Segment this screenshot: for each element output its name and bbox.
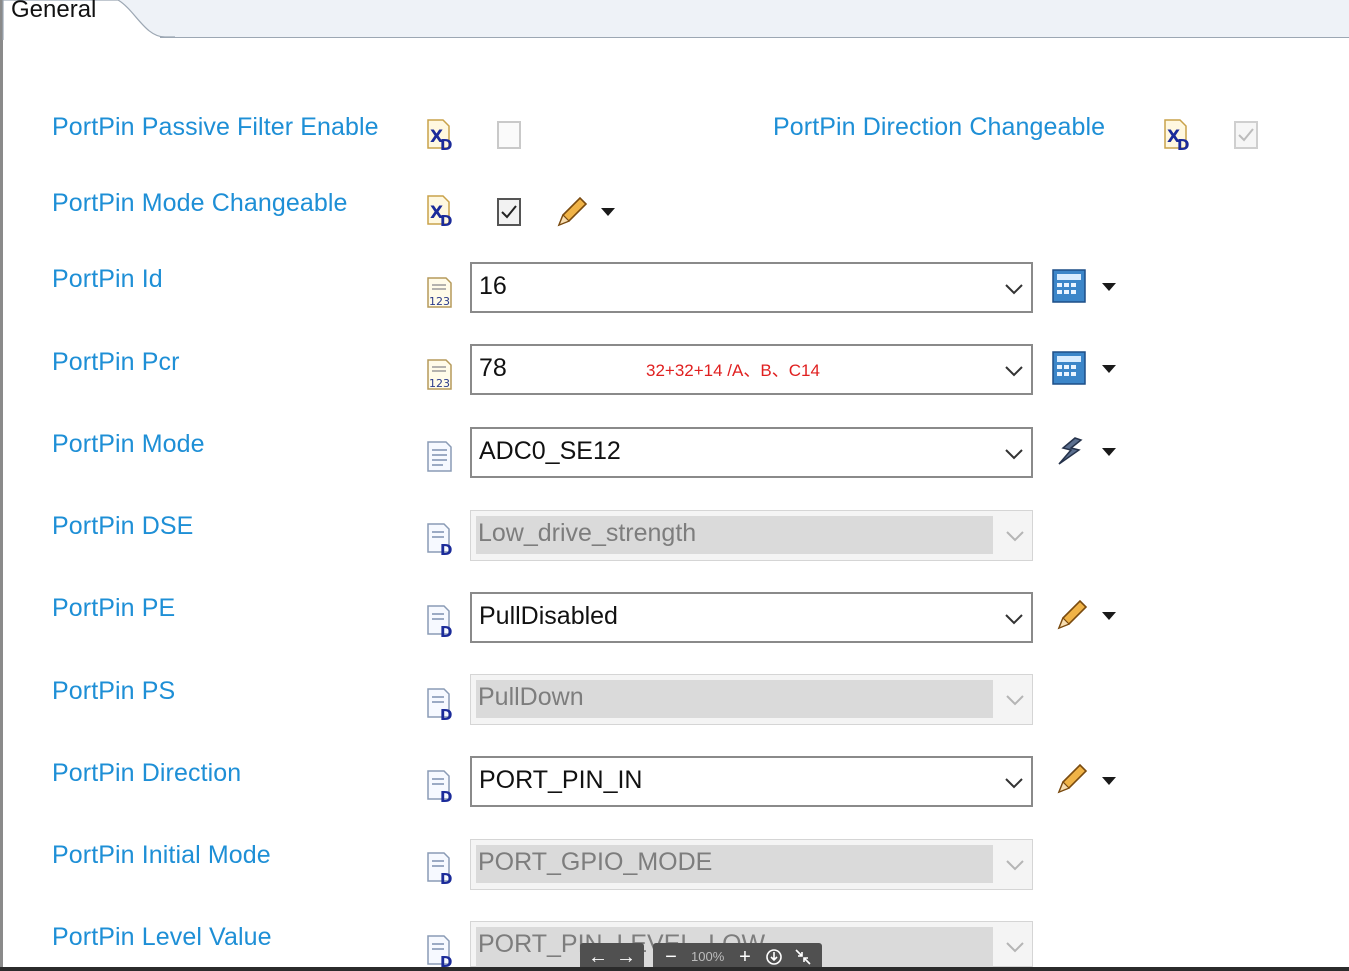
label-passive-filter-enable: PortPin Passive Filter Enable bbox=[52, 113, 379, 141]
label-mode: PortPin Mode bbox=[52, 430, 205, 458]
number-icon: 123 bbox=[427, 359, 452, 390]
chevron-down-icon[interactable] bbox=[1003, 444, 1025, 464]
label-level-value: PortPin Level Value bbox=[52, 923, 272, 951]
svg-text:D: D bbox=[1177, 136, 1189, 152]
id-menu-arrow[interactable] bbox=[1102, 283, 1116, 291]
mode-value: ADC0_SE12 bbox=[479, 437, 621, 465]
svg-text:123: 123 bbox=[429, 377, 450, 390]
xd-icon: X D bbox=[1164, 119, 1189, 152]
chevron-down-icon[interactable] bbox=[1003, 609, 1025, 629]
xd-icon: X D bbox=[427, 119, 452, 152]
svg-text:D: D bbox=[440, 212, 452, 228]
svg-text:D: D bbox=[440, 136, 452, 152]
pencil-icon[interactable] bbox=[553, 195, 589, 231]
tab-general-label: General bbox=[11, 0, 97, 23]
label-pe: PortPin PE bbox=[52, 594, 176, 622]
mode-changeable-checkbox[interactable] bbox=[497, 198, 521, 226]
xd-icon: X D bbox=[427, 195, 452, 228]
chevron-down-icon bbox=[1006, 531, 1024, 542]
ps-value: PullDown bbox=[478, 683, 584, 711]
zoom-level: 100% bbox=[691, 949, 725, 964]
svg-text:D: D bbox=[440, 623, 452, 638]
tab-strip: General bbox=[0, 0, 1349, 40]
link-icon[interactable] bbox=[1053, 434, 1089, 470]
svg-text:D: D bbox=[440, 541, 452, 556]
check-mark-icon bbox=[501, 205, 517, 219]
dse-combo[interactable]: Low_drive_strength bbox=[470, 510, 1033, 561]
svg-text:D: D bbox=[440, 706, 452, 721]
chevron-down-icon bbox=[1006, 942, 1024, 953]
label-id: PortPin Id bbox=[52, 265, 163, 293]
calculator-icon[interactable] bbox=[1051, 268, 1087, 304]
pencil-icon[interactable] bbox=[1053, 762, 1089, 798]
pe-value: PullDisabled bbox=[479, 602, 618, 630]
tab-divider bbox=[160, 37, 1349, 38]
mode-combo[interactable]: ADC0_SE12 bbox=[470, 427, 1033, 478]
svg-text:D: D bbox=[440, 870, 452, 885]
number-icon: 123 bbox=[427, 277, 452, 308]
label-initial-mode: PortPin Initial Mode bbox=[52, 841, 271, 869]
mode-menu-arrow[interactable] bbox=[1102, 448, 1116, 456]
chevron-down-icon[interactable] bbox=[1003, 361, 1025, 381]
zoom-out-icon[interactable]: − bbox=[659, 945, 683, 969]
fit-download-icon[interactable] bbox=[765, 948, 783, 966]
zoom-in-icon[interactable]: + bbox=[733, 945, 757, 969]
tab-bar-background bbox=[118, 0, 1349, 37]
label-direction: PortPin Direction bbox=[52, 759, 242, 787]
svg-text:D: D bbox=[440, 953, 452, 968]
id-value: 16 bbox=[479, 272, 507, 300]
window-left-border bbox=[0, 0, 3, 971]
forward-arrow-icon[interactable]: → bbox=[614, 945, 638, 969]
label-dse: PortPin DSE bbox=[52, 512, 194, 540]
id-combo[interactable]: 16 bbox=[470, 262, 1033, 313]
label-direction-changeable: PortPin Direction Changeable bbox=[773, 113, 1106, 141]
svg-text:123: 123 bbox=[429, 295, 450, 308]
passive-filter-enable-checkbox[interactable] bbox=[497, 121, 521, 149]
doc-d-icon: D bbox=[427, 852, 452, 885]
calculator-icon[interactable] bbox=[1051, 350, 1087, 386]
collapse-icon[interactable] bbox=[794, 948, 812, 966]
chevron-down-icon[interactable] bbox=[1003, 279, 1025, 299]
dse-value: Low_drive_strength bbox=[478, 519, 697, 547]
direction-changeable-checkbox[interactable] bbox=[1234, 121, 1258, 149]
doc-d-icon: D bbox=[427, 770, 452, 803]
pcr-annotation: 32+32+14 /A、B、C14 bbox=[646, 361, 820, 380]
back-arrow-icon[interactable]: ← bbox=[586, 945, 610, 969]
initial-mode-combo[interactable]: PORT_GPIO_MODE bbox=[470, 839, 1033, 890]
direction-value: PORT_PIN_IN bbox=[479, 766, 643, 794]
pe-menu-arrow[interactable] bbox=[1102, 612, 1116, 620]
pcr-menu-arrow[interactable] bbox=[1102, 365, 1116, 373]
text-doc-icon bbox=[427, 441, 452, 472]
doc-d-icon: D bbox=[427, 523, 452, 556]
mode-changeable-menu-arrow[interactable] bbox=[601, 208, 615, 216]
pcr-value: 78 bbox=[479, 354, 507, 382]
label-mode-changeable: PortPin Mode Changeable bbox=[52, 189, 348, 217]
ps-combo[interactable]: PullDown bbox=[470, 674, 1033, 725]
direction-menu-arrow[interactable] bbox=[1102, 777, 1116, 785]
svg-text:D: D bbox=[440, 788, 452, 803]
chevron-down-icon[interactable] bbox=[1003, 773, 1025, 793]
check-mark-icon bbox=[1238, 128, 1254, 142]
doc-d-icon: D bbox=[427, 935, 452, 968]
window-bottom-border bbox=[0, 967, 1349, 971]
pcr-combo[interactable]: 78 32+32+14 /A、B、C14 bbox=[470, 344, 1033, 395]
pencil-icon[interactable] bbox=[1053, 598, 1089, 634]
doc-d-icon: D bbox=[427, 605, 452, 638]
initial-mode-value: PORT_GPIO_MODE bbox=[478, 848, 713, 876]
chevron-down-icon bbox=[1006, 695, 1024, 706]
label-ps: PortPin PS bbox=[52, 677, 176, 705]
label-pcr: PortPin Pcr bbox=[52, 348, 180, 376]
pe-combo[interactable]: PullDisabled bbox=[470, 592, 1033, 643]
chevron-down-icon bbox=[1006, 860, 1024, 871]
direction-combo[interactable]: PORT_PIN_IN bbox=[470, 756, 1033, 807]
doc-d-icon: D bbox=[427, 688, 452, 721]
